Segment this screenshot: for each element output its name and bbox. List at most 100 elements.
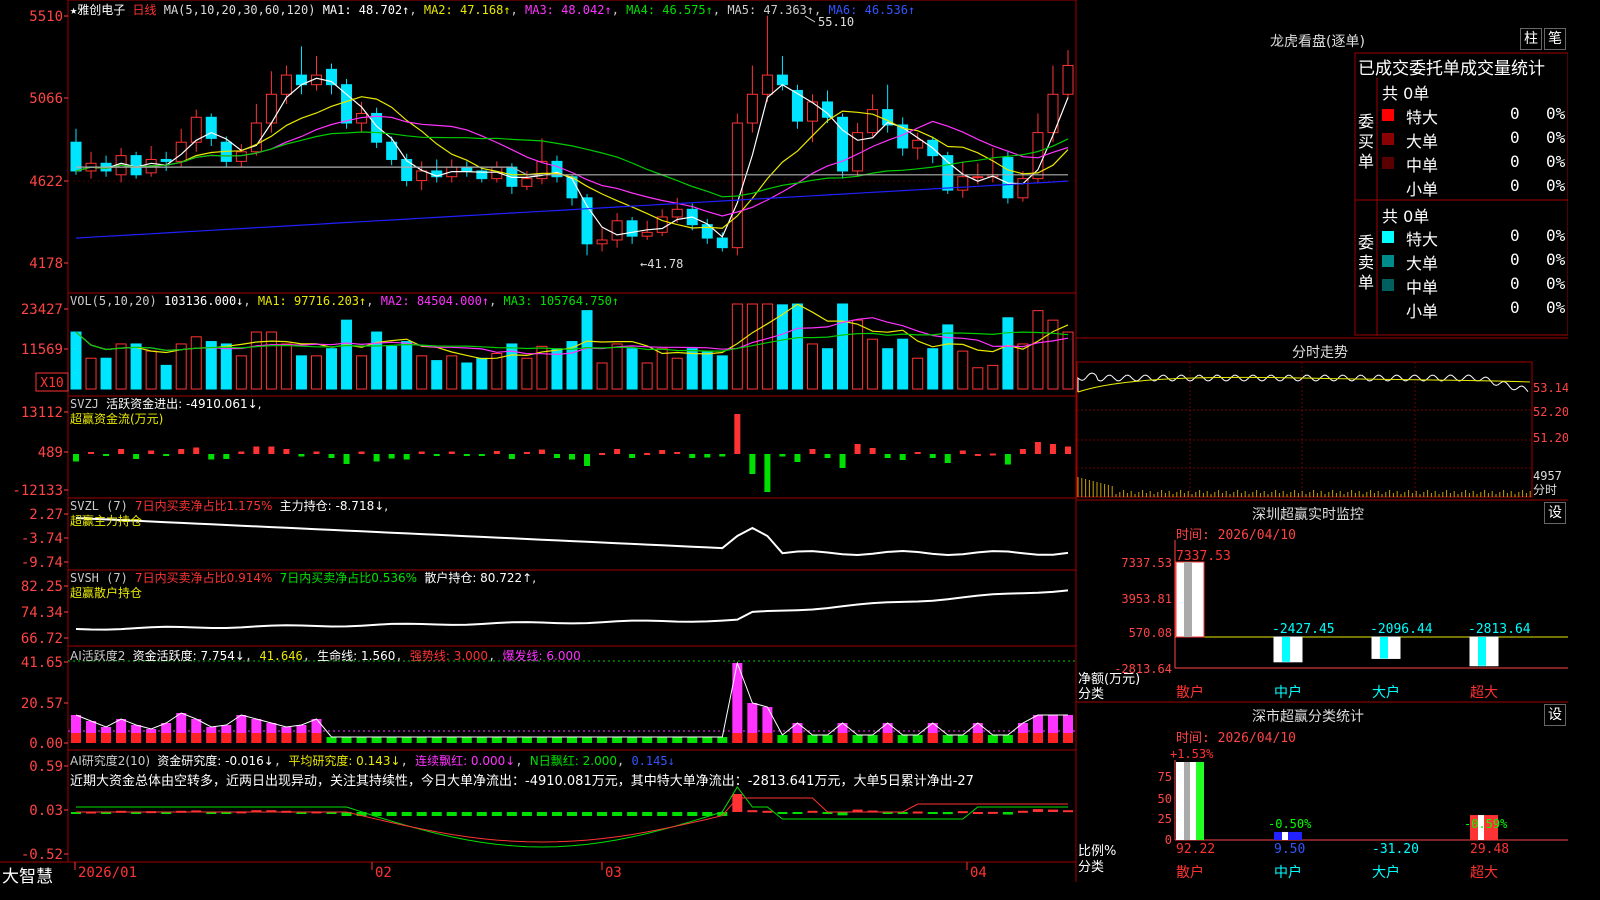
research-bar — [506, 812, 517, 816]
volume-bar — [431, 360, 443, 390]
candle-body — [265, 93, 277, 124]
candle-body — [581, 197, 593, 245]
intraday-frame — [1076, 361, 1533, 498]
longhu-bar-button[interactable]: 柱 — [1520, 28, 1542, 50]
candle-body — [521, 178, 533, 187]
volume-bar — [581, 310, 593, 390]
classify-settings-button[interactable]: 设 — [1544, 704, 1566, 726]
fund-flow-bar — [268, 446, 275, 454]
classify-pct-label: -0.50% — [1268, 817, 1312, 831]
activity-base — [251, 733, 262, 743]
fund-flow-bar — [734, 414, 741, 454]
volume-bar — [476, 357, 488, 390]
ai-active-y-tick: 20.57 — [21, 696, 63, 712]
candle-body — [671, 208, 683, 218]
research-bar — [431, 812, 442, 816]
monitor-category-label: 大户 — [1372, 684, 1400, 701]
panel-frame — [67, 497, 1077, 571]
fund-flow-bar — [283, 449, 290, 454]
candle-body — [250, 122, 262, 153]
panel-frame — [67, 395, 1077, 499]
fund-flow-bar — [914, 452, 921, 454]
intraday-vol-tick: 4957 — [1533, 469, 1562, 483]
monitor-bar-group — [1371, 636, 1401, 659]
fund-flow-bar — [974, 454, 981, 456]
candle-body — [942, 155, 954, 191]
activity-base — [972, 733, 983, 743]
fund-flow-bar — [794, 454, 801, 462]
monitor-bar-stripe — [1380, 637, 1388, 659]
fund-flow-bar — [448, 451, 455, 454]
svzl-y-tick: 2.27 — [29, 507, 63, 523]
activity-base — [71, 733, 81, 743]
ai-active-y-tick: 0.00 — [29, 736, 63, 752]
research-bar — [1002, 812, 1013, 815]
activity-base — [792, 733, 803, 743]
volume-bar — [100, 357, 112, 390]
candle-body — [1002, 157, 1014, 199]
volume-bar — [806, 343, 818, 390]
svzl-y-tick: -9.74 — [21, 555, 63, 571]
candle-body — [957, 176, 969, 191]
volume-bar — [882, 348, 894, 390]
fund-flow-bar — [779, 454, 786, 457]
candle-body — [1062, 65, 1074, 95]
candle-body — [867, 109, 879, 134]
fund-flow-bar — [433, 454, 440, 456]
x-axis-label: 02 — [375, 865, 392, 881]
fund-flow-bar — [343, 454, 350, 464]
research-bar — [461, 812, 472, 816]
fund-flow-bar — [749, 454, 756, 474]
monitor-bar-label: 7337.53 — [1176, 549, 1231, 564]
main-holding-line — [75, 517, 1069, 557]
fund-flow-bar — [403, 454, 410, 460]
research-bar — [491, 812, 502, 816]
volume-bar — [70, 331, 82, 390]
candle-body — [596, 239, 608, 245]
candle-body — [972, 176, 984, 179]
activity-bar — [702, 737, 713, 743]
volume-bar — [416, 355, 428, 390]
activity-base — [747, 733, 758, 743]
price-y-tick: 5066 — [29, 91, 63, 107]
activity-bar — [807, 735, 818, 743]
volume-bar — [671, 357, 683, 390]
activity-bar — [431, 737, 442, 743]
stock-chart-canvas[interactable]: 2026/01 02 03 04 5510 5066 4622 4178 55.10 ←41.78… — [0, 0, 1568, 882]
activity-base — [882, 733, 893, 743]
vol-y-tick: 11569 — [21, 342, 63, 358]
volume-bar — [521, 357, 533, 390]
longhu-tick-button[interactable]: 笔 — [1544, 28, 1566, 50]
vol-y-tick: 23427 — [21, 302, 63, 318]
activity-bar — [1002, 735, 1013, 743]
monitor-settings-button[interactable]: 设 — [1544, 502, 1566, 524]
classify-bar-group — [1176, 762, 1204, 840]
classify-value-label: -31.20 — [1372, 842, 1419, 857]
fund-flow-bar — [824, 454, 831, 458]
ai-active-y-tick: 41.65 — [21, 655, 63, 671]
volume-bar — [235, 355, 247, 390]
intraday-y-tick: 52.20 — [1533, 405, 1568, 419]
research-bar — [567, 812, 577, 816]
volume-bar — [461, 362, 473, 390]
volume-bar — [446, 355, 458, 390]
activity-bar — [732, 663, 743, 743]
candle-body — [235, 151, 247, 162]
research-bar — [521, 812, 532, 816]
volume-bar — [160, 364, 172, 390]
fund-flow-bar — [599, 453, 606, 455]
activity-bar — [461, 737, 472, 743]
fund-flow-bar — [674, 452, 681, 454]
activity-bar — [491, 737, 502, 743]
longhu-tabs[interactable]: 已成交委托单成交量统计 — [1358, 54, 1568, 79]
fund-flow-bar — [253, 446, 260, 454]
volume-bar — [341, 319, 353, 390]
fund-flow-bar — [1034, 442, 1041, 454]
ma2-line — [75, 96, 1069, 229]
activity-bar — [612, 737, 623, 743]
activity-bar — [597, 737, 608, 743]
fund-flow-bar — [614, 449, 621, 454]
fund-flow-bar — [298, 454, 305, 457]
activity-bar — [536, 737, 547, 743]
fund-flow-bar — [1049, 444, 1056, 454]
